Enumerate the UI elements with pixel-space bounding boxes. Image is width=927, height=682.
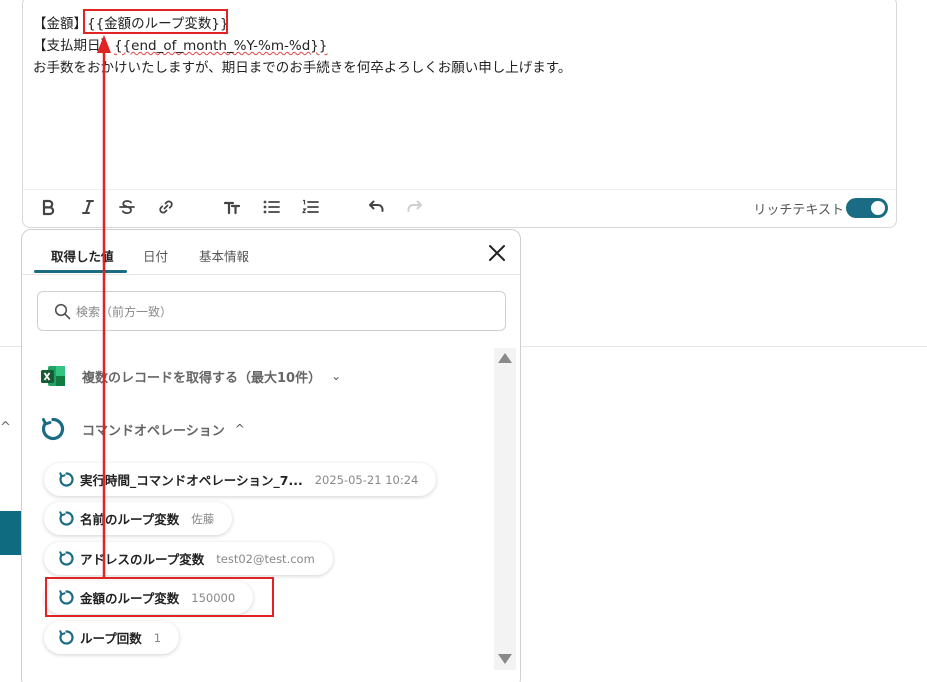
panel-tabs: 取得した値 日付 基本情報 [22,230,520,275]
due-date-variable[interactable]: {{end_of_month_%Y-%m-%d}} [114,38,327,54]
loop-operation-icon [59,551,74,566]
link-icon[interactable] [155,196,177,218]
chip-label: 名前のループ変数 [80,512,180,527]
rich-text-toggle[interactable] [846,198,888,218]
bold-icon[interactable] [37,196,59,218]
scroll-down-arrow-icon[interactable] [498,654,512,664]
tab-date[interactable]: 日付 [143,246,168,265]
numbered-list-icon[interactable] [299,196,321,218]
amount-prefix: 【金額】 [33,16,87,32]
close-icon[interactable] [488,244,506,262]
variable-chip[interactable]: アドレスのループ変数 test02@test.com [44,542,333,575]
tab-basic-info[interactable]: 基本情報 [199,246,249,265]
chip-value: test02@test.com [216,551,315,566]
loop-operation-icon [59,511,74,526]
editor-line-due-date: 【支払期日】{{end_of_month_%Y-%m-%d}} [33,35,571,57]
annotation-highlight-variable [83,9,228,34]
strikethrough-icon[interactable] [116,196,138,218]
background-button-edge [0,511,22,555]
undo-icon[interactable] [365,196,387,218]
editor-toolbar: リッチテキスト [23,189,896,225]
editor-line-message: お手数をおかけいたしますが、期日までのお手続きを何卒よろしくお願い申し上げます。 [33,60,572,76]
bullet-list-icon[interactable] [260,196,282,218]
rich-text-label: リッチテキスト [753,203,844,218]
chip-label: ループ回数 [80,631,142,646]
message-editor[interactable]: 【金額】{{金額のループ変数}} 【支払期日】{{end_of_month_%Y… [22,0,897,228]
annotation-highlight-chip [45,577,274,617]
search-icon [54,303,71,320]
italic-icon[interactable] [77,196,99,218]
variable-chip[interactable]: ループ回数 1 [44,621,180,654]
chip-value: 佐藤 [191,511,215,526]
loop-operation-icon [59,630,74,645]
variable-chip[interactable]: 実行時間_コマンドオペレーション_7... 2025-05-21 10:24 [44,463,437,496]
chip-label: アドレスのループ変数 [80,552,205,567]
chevron-up-icon: ^ [234,422,245,436]
variable-chip[interactable]: 名前のループ変数 佐藤 [44,502,233,535]
chip-label: 実行時間_コマンドオペレーション_7... [80,473,303,488]
search-input[interactable] [76,302,476,322]
tab-acquired-values[interactable]: 取得した値 [51,246,114,265]
redo-icon[interactable] [404,196,426,218]
loop-operation-icon [59,472,74,487]
chevron-up-icon: ^ [0,420,11,435]
section-label: コマンドオペレーション [82,423,225,439]
scrollbar[interactable] [494,348,516,670]
active-tab-indicator [34,270,127,273]
font-size-icon[interactable] [221,196,243,218]
excel-icon [41,366,65,386]
scroll-up-arrow-icon[interactable] [498,353,512,363]
section-command-operation[interactable]: コマンドオペレーション ^ [40,414,245,444]
loop-operation-icon [41,417,65,441]
due-date-prefix: 【支払期日】 [33,38,114,54]
section-get-records[interactable]: 複数のレコードを取得する（最大10件） ⌄ [40,361,341,391]
chip-value: 1 [153,630,162,645]
section-label: 複数のレコードを取得する（最大10件） [82,370,322,386]
search-box [37,291,506,331]
chip-value: 2025-05-21 10:24 [314,472,419,487]
chevron-down-icon: ⌄ [331,369,342,383]
